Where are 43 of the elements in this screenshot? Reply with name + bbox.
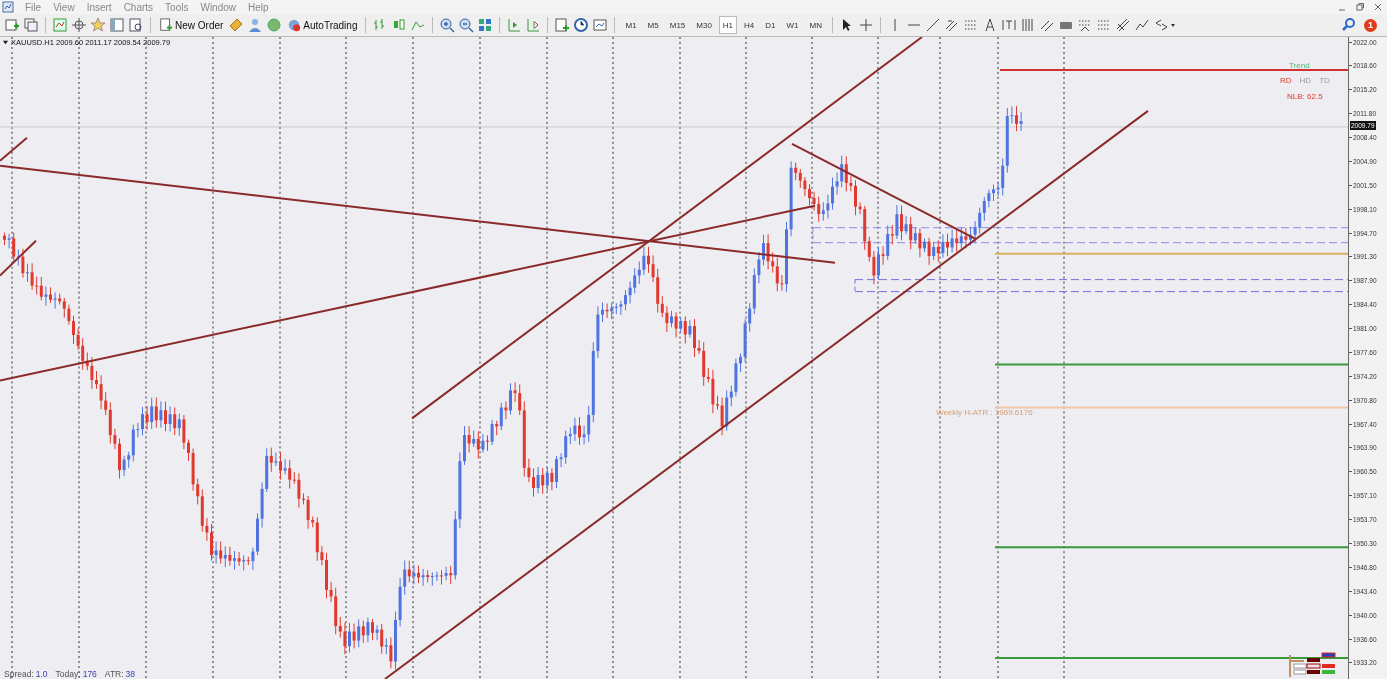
status-label: Spread: <box>4 669 34 679</box>
nlb-label: NLB: 62.5 <box>1287 92 1323 101</box>
notification-badge[interactable]: 1 <box>1364 18 1377 32</box>
timeframe-button[interactable]: MN <box>805 16 826 34</box>
user-icon[interactable] <box>247 17 264 33</box>
star-icon[interactable] <box>90 17 106 33</box>
trend-state-label: HD <box>1299 76 1312 85</box>
text-tool-icon[interactable] <box>982 17 998 33</box>
restore-icon[interactable] <box>1355 2 1365 12</box>
search-icon[interactable] <box>1341 17 1357 33</box>
timeframe-button[interactable]: W1 <box>782 16 803 34</box>
timeframe-button[interactable]: M30 <box>692 16 716 34</box>
status-value: 1.0 <box>35 669 48 679</box>
trend-label: Trend <box>1289 61 1310 70</box>
crosshair-icon[interactable] <box>71 17 87 33</box>
close-icon[interactable] <box>1373 2 1383 12</box>
arrows-dropdown-icon[interactable] <box>1153 17 1177 33</box>
timeframe-button[interactable]: D1 <box>761 16 780 34</box>
status-label: ATR: <box>104 669 124 679</box>
status-value: 38 <box>125 669 136 679</box>
trend-line <box>0 136 28 162</box>
auto-trading-button[interactable]: AutoTrading <box>285 16 360 34</box>
tile-windows-icon[interactable] <box>477 17 494 33</box>
dropdown-arrow-icon[interactable] <box>2 39 9 46</box>
clock-icon[interactable] <box>573 17 590 33</box>
timeframe-button[interactable]: H1 <box>718 16 738 34</box>
new-order-button[interactable]: New Order <box>157 16 226 34</box>
trend-state-label: RD <box>1280 76 1292 85</box>
trendline-icon[interactable] <box>925 17 941 33</box>
channel-icon[interactable] <box>944 17 960 33</box>
app-icon <box>2 1 14 13</box>
zoom-out-icon[interactable] <box>458 17 475 33</box>
weekly-atr-label: Weekly H-ATR : 1969.6176 <box>936 408 1033 417</box>
zoom-in-icon[interactable] <box>439 17 456 33</box>
trend-state-label: TD <box>1319 76 1330 85</box>
status-label: Today: <box>55 669 81 679</box>
timeframe-button[interactable]: H4 <box>740 16 759 34</box>
candles-icon[interactable] <box>391 17 408 33</box>
timeframe-button[interactable]: M5 <box>643 16 663 34</box>
status-value: 176 <box>82 669 97 679</box>
panel-widget-drawing <box>1289 652 1336 678</box>
timeframe-button[interactable]: M1 <box>621 16 641 34</box>
timeframe-button[interactable]: M15 <box>665 16 690 34</box>
